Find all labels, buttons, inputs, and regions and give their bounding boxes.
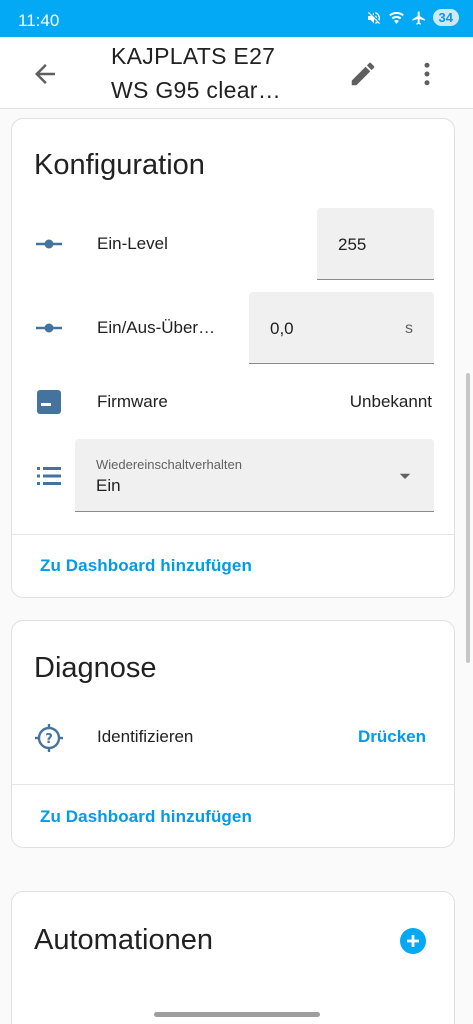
card-divider: [12, 534, 454, 535]
airplane-mode-icon: [411, 10, 425, 25]
svg-text:?: ?: [45, 732, 53, 747]
diagnostics-title: Diagnose: [34, 652, 157, 684]
transition-input[interactable]: 0,0 s: [249, 292, 434, 364]
slider-icon: [36, 239, 62, 249]
edit-pencil-icon[interactable]: [348, 59, 378, 89]
identify-press-button[interactable]: Drücken: [358, 727, 426, 747]
page-title-line1: KAJPLATS E27: [111, 43, 276, 69]
page-title: KAJPLATS E27 WS G95 clear…: [111, 39, 331, 107]
diagnostics-card: Diagnose ? Identifizieren Drücken Zu Das…: [11, 620, 455, 848]
card-divider: [12, 784, 454, 785]
add-to-dashboard-link[interactable]: Zu Dashboard hinzufügen: [40, 556, 252, 576]
add-to-dashboard-link[interactable]: Zu Dashboard hinzufügen: [40, 807, 252, 827]
firmware-label: Firmware: [97, 392, 168, 411]
on-level-label: Ein-Level: [97, 234, 168, 253]
status-bar: 11:40 34: [0, 0, 473, 37]
status-time: 11:40: [18, 11, 60, 30]
transition-unit: s: [405, 320, 413, 337]
dropdown-arrow-icon: [399, 473, 411, 479]
battery-indicator: 34: [432, 9, 459, 26]
mute-icon: [367, 11, 380, 24]
slider-icon: [36, 323, 62, 333]
transition-label: Ein/Aus-Über…: [97, 318, 216, 337]
power-on-behavior-select[interactable]: Wiedereinschaltverhalten Ein: [75, 439, 434, 512]
on-level-value: 255: [338, 235, 367, 254]
page-title-line2: WS G95 clear…: [111, 77, 282, 103]
automations-title: Automationen: [34, 924, 213, 956]
on-level-input[interactable]: 255: [317, 208, 434, 280]
power-on-behavior-value: Ein: [96, 476, 121, 495]
firmware-icon: [37, 390, 61, 414]
transition-value: 0,0: [270, 319, 294, 338]
scrollbar[interactable]: [466, 373, 470, 663]
list-icon: [37, 467, 61, 485]
back-arrow-icon[interactable]: [30, 59, 60, 89]
configuration-card: Konfiguration Ein-Level 255 Ein/Aus-Über…: [11, 118, 455, 598]
identify-icon: ?: [35, 724, 63, 752]
automations-card: Automationen: [11, 891, 455, 1024]
status-icons: 34: [366, 9, 459, 26]
identify-label: Identifizieren: [97, 727, 194, 746]
add-automation-icon[interactable]: [400, 928, 426, 954]
configuration-title: Konfiguration: [34, 149, 205, 181]
home-indicator[interactable]: [154, 1012, 320, 1017]
wifi-icon: [388, 11, 404, 24]
firmware-value: Unbekannt: [349, 392, 432, 411]
app-bar: KAJPLATS E27 WS G95 clear…: [0, 37, 473, 109]
more-vertical-icon[interactable]: [412, 59, 442, 89]
power-on-behavior-label: Wiedereinschaltverhalten: [96, 457, 242, 472]
